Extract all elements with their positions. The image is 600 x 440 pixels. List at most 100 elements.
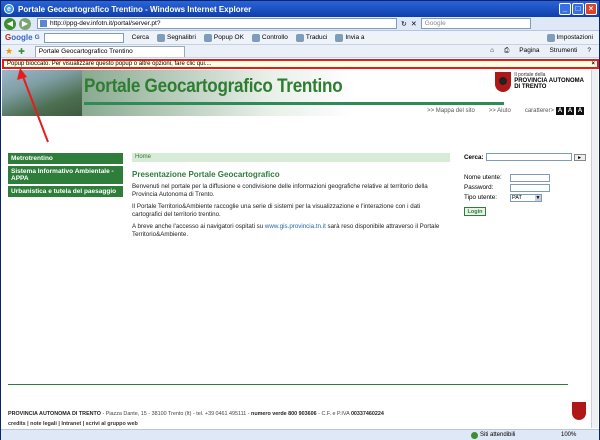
left-navigation: Metrotrentino Sistema Informativo Ambien…: [8, 153, 123, 199]
breadcrumb: Home: [132, 153, 450, 162]
bookmarks-button[interactable]: Segnalibri: [156, 33, 196, 42]
minimize-button[interactable]: _: [559, 3, 571, 15]
stop-icon[interactable]: ✕: [411, 20, 417, 28]
site-footer: PROVINCIA AUTONOMA DI TRENTO - Piazza Da…: [2, 384, 592, 428]
infobar-close-icon[interactable]: ×: [591, 61, 595, 67]
address-actions: ↻ ✕ Google: [401, 18, 531, 29]
user-type-row: Tipo utente: PAT ▼: [464, 193, 589, 202]
translate-label: Traduci: [305, 34, 328, 41]
favorites-star-icon[interactable]: ★: [5, 46, 13, 57]
page-menu[interactable]: Pagina: [519, 47, 539, 55]
wrench-icon: [546, 33, 555, 42]
user-type-value: PAT: [512, 194, 522, 201]
help-icon[interactable]: ?: [587, 47, 591, 55]
footer-street: - Piazza Dante, 15 - 38100 Trento (It) -…: [100, 411, 252, 417]
search-box[interactable]: Google: [420, 18, 531, 29]
site-search: Cerca: ►: [464, 153, 589, 161]
province-name-2: DI TRENTO: [514, 84, 547, 90]
footer-links[interactable]: credits | note legali | Intranet | scriv…: [8, 421, 138, 427]
search-label: Cerca:: [464, 153, 484, 161]
font-size-label: caratterer>: [524, 108, 554, 114]
security-zone[interactable]: Siti attendibili: [471, 431, 516, 439]
breadcrumb-home[interactable]: Home: [135, 154, 151, 160]
browser-window: e Portale Geocartografico Trentino - Win…: [0, 0, 600, 440]
google-c-icon: G: [34, 34, 40, 41]
province-text: Il portale della PROVINCIA AUTONOMA DI T…: [514, 72, 584, 90]
send-button[interactable]: Invia a: [335, 33, 365, 42]
address-bar[interactable]: http://ppg-dev.infotn.it/portal/server.p…: [37, 18, 397, 29]
page-content: Portale Geocartografico Trentino Il port…: [2, 70, 592, 428]
infobar-message: Popup bloccato. Per visualizzare questo …: [7, 61, 212, 67]
password-field[interactable]: [510, 183, 550, 192]
header-landscape-image: [2, 70, 82, 116]
send-label: Invia a: [345, 34, 365, 41]
page-heading: Presentazione Portale Geocartografico: [132, 170, 280, 179]
search-go-button[interactable]: ►: [573, 153, 586, 161]
nav-item-metrotrentino[interactable]: Metrotrentino: [8, 153, 123, 165]
trusted-sites-icon: [471, 431, 478, 439]
username-field[interactable]: [510, 173, 550, 182]
footer-freephone: numero verde 800 903606: [251, 411, 317, 417]
address-toolbar: ◀ ▶ http://ppg-dev.infotn.it/portal/serv…: [1, 17, 599, 31]
province-logo[interactable]: Il portale della PROVINCIA AUTONOMA DI T…: [495, 72, 584, 92]
intro-paragraph-1: Benvenuti nel portale per la diffusione …: [132, 183, 428, 198]
password-row: Password:: [464, 183, 589, 192]
ie-icon: e: [4, 4, 14, 14]
close-button[interactable]: ×: [585, 3, 597, 15]
nav-item-urbanistica[interactable]: Urbanistica e tutela del paesaggio: [8, 186, 123, 198]
send-icon: [335, 33, 344, 42]
check-icon: [251, 33, 260, 42]
font-medium-button[interactable]: A: [566, 107, 574, 115]
print-icon[interactable]: ⎙: [504, 47, 509, 55]
password-label: Password:: [464, 184, 494, 191]
status-bar: Siti attendibili 100%: [1, 429, 599, 440]
settings-label: Impostazioni: [556, 34, 594, 41]
google-search-button[interactable]: Cerca: [132, 34, 149, 41]
popup-label: Popup OK: [213, 34, 244, 41]
google-toolbar: Google G Cerca Segnalibri Popup OK Contr…: [1, 31, 599, 45]
tab-bar: ★ ✚ Portale Geocartografico Trentino ⌂ ⎙…: [1, 45, 599, 58]
header-divider: [84, 102, 504, 105]
popup-blocked-infobar[interactable]: Popup bloccato. Per visualizzare questo …: [2, 59, 599, 69]
user-type-select[interactable]: PAT ▼: [510, 193, 542, 202]
coat-of-arms-icon: [495, 72, 512, 92]
tools-menu[interactable]: Strumenti: [550, 47, 578, 55]
zoom-level[interactable]: 100%: [561, 432, 576, 438]
google-logo-rest: oogle: [11, 33, 33, 42]
maximize-button[interactable]: □: [572, 3, 584, 15]
popup-ok-button[interactable]: Popup OK: [203, 33, 244, 42]
site-title: Portale Geocartografico Trentino: [84, 76, 343, 97]
footer-org: PROVINCIA AUTONOMA DI TRENTO: [8, 411, 101, 417]
login-form: Nome utente: Password: Tipo utente: PAT …: [464, 173, 589, 216]
title-bar: e Portale Geocartografico Trentino - Win…: [1, 1, 599, 17]
help-link[interactable]: >> Aiuto: [489, 108, 511, 114]
zone-label: Siti attendibili: [480, 432, 516, 438]
google-search-input[interactable]: [43, 32, 124, 43]
google-search-label: Cerca: [131, 34, 149, 41]
home-icon[interactable]: ⌂: [490, 47, 494, 55]
main-content: Presentazione Portale Geocartografico Be…: [132, 170, 450, 243]
refresh-icon[interactable]: ↻: [401, 20, 407, 28]
nav-item-sia-appa[interactable]: Sistema Informativo Ambientale - APPA: [8, 166, 123, 185]
login-button[interactable]: Login: [464, 207, 486, 216]
settings-button[interactable]: Impostazioni: [546, 33, 594, 42]
google-logo: Google: [5, 33, 33, 42]
footer-divider: [8, 384, 568, 385]
username-label: Nome utente:: [464, 174, 502, 181]
add-favorite-icon[interactable]: ✚: [18, 47, 25, 56]
footer-address: PROVINCIA AUTONOMA DI TRENTO - Piazza Da…: [8, 411, 384, 417]
vertical-scrollbar[interactable]: [591, 70, 598, 428]
translate-icon: [295, 33, 304, 42]
username-row: Nome utente:: [464, 173, 589, 182]
font-small-button[interactable]: A: [556, 107, 564, 115]
tab-portale[interactable]: Portale Geocartografico Trentino: [34, 45, 185, 57]
check-button[interactable]: Controllo: [251, 33, 288, 42]
forward-button[interactable]: ▶: [19, 17, 31, 30]
back-button[interactable]: ◀: [4, 17, 16, 30]
search-input[interactable]: [485, 153, 572, 161]
window-title: Portale Geocartografico Trentino - Windo…: [18, 4, 252, 14]
translate-button[interactable]: Traduci: [295, 33, 328, 42]
font-large-button[interactable]: A: [576, 107, 584, 115]
sitemap-link[interactable]: >> Mappa del sito: [427, 108, 475, 114]
gis-link[interactable]: www.gis.provincia.tn.it: [265, 223, 326, 230]
